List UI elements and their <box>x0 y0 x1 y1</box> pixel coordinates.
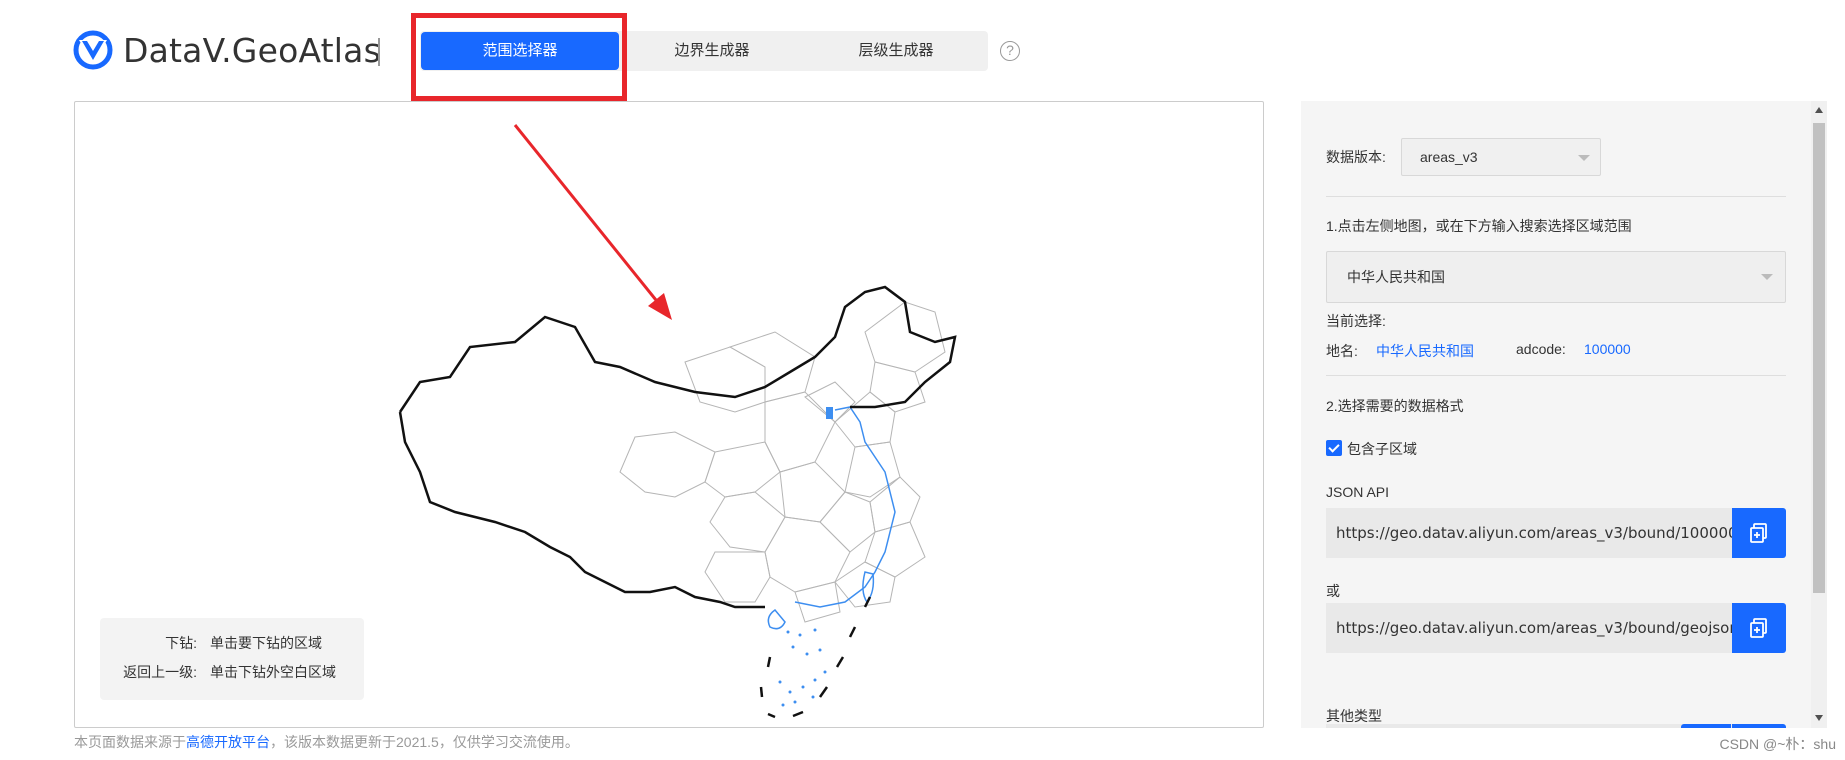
geojson-url-field[interactable]: https://geo.datav.aliyun.com/areas_v3/bo… <box>1326 603 1732 653</box>
province-boundaries <box>619 301 946 623</box>
version-select[interactable]: areas_v3 <box>1401 138 1601 176</box>
nine-dash-line <box>759 596 872 719</box>
step1-label: 1.点击左侧地图，或在下方输入搜索选择区域范围 <box>1326 218 1632 234</box>
adcode-label: adcode: <box>1516 341 1566 357</box>
map-legend: 下钻: 单击要下钻的区域 返回上一级: 单击下钻外空白区域 <box>100 618 364 700</box>
amap-open-platform-link[interactable]: 高德开放平台 <box>186 734 270 750</box>
scroll-up-arrow-icon[interactable] <box>1815 107 1823 113</box>
legend-drill-value: 单击要下钻的区域 <box>210 635 322 651</box>
step2-label: 2.选择需要的数据格式 <box>1326 398 1464 414</box>
datav-logo-icon <box>73 30 113 70</box>
footer-note: 本页面数据来源于高德开放平台，该版本数据更新于2021.5，仅供学习交流使用。 <box>74 732 579 752</box>
csdn-watermark: CSDN @~朴：shu <box>1719 736 1836 752</box>
version-select-value: areas_v3 <box>1420 149 1478 165</box>
chevron-down-icon <box>1761 274 1773 280</box>
json-api-url-field[interactable]: https://geo.datav.aliyun.com/areas_v3/bo… <box>1326 508 1732 558</box>
version-label: 数据版本: <box>1326 149 1386 165</box>
footer-suffix: ，该版本数据更新于2021.5，仅供学习交流使用。 <box>270 734 579 750</box>
hainan-island <box>767 608 786 630</box>
tab-boundary-generator[interactable]: 边界生成器 <box>620 31 804 71</box>
region-select-value: 中华人民共和国 <box>1347 269 1445 285</box>
divider <box>1326 375 1786 376</box>
current-selection-label: 当前选择: <box>1326 313 1386 329</box>
legend-drill-key: 下钻: <box>165 635 197 651</box>
place-name-label: 地名: <box>1326 343 1358 359</box>
other-type-button-1[interactable] <box>1681 724 1731 728</box>
national-border-south <box>398 411 765 609</box>
divider <box>1326 196 1786 197</box>
footer-prefix: 本页面数据来源于 <box>74 734 186 750</box>
legend-back-key: 返回上一级: <box>123 664 197 680</box>
json-api-label: JSON API <box>1326 484 1390 500</box>
side-panel-scrollbar[interactable] <box>1811 101 1827 728</box>
settings-panel: 数据版本: areas_v3 1.点击左侧地图，或在下方输入搜索选择区域范围 中… <box>1301 101 1811 728</box>
logo-text: DataV.GeoAtlas <box>123 30 381 70</box>
legend-back-value: 单击下钻外空白区域 <box>210 664 336 680</box>
other-type-button-2[interactable] <box>1732 724 1786 728</box>
or-label: 或 <box>1326 583 1340 599</box>
chevron-down-icon <box>1578 155 1590 161</box>
help-icon[interactable]: ? <box>1000 41 1020 61</box>
annotation-highlight-box <box>411 13 627 101</box>
copy-icon <box>1750 523 1767 543</box>
place-name-value: 中华人民共和国 <box>1376 343 1474 359</box>
region-search-select[interactable]: 中华人民共和国 <box>1326 251 1786 303</box>
scroll-down-arrow-icon[interactable] <box>1815 715 1823 721</box>
scrollbar-thumb[interactable] <box>1813 123 1825 593</box>
copy-url2-button[interactable] <box>1732 603 1786 653</box>
map-panel[interactable]: 下钻: 单击要下钻的区域 返回上一级: 单击下钻外空白区域 <box>74 101 1264 728</box>
adcode-value: 100000 <box>1584 341 1631 357</box>
other-type-field[interactable] <box>1326 724 1732 728</box>
copy-icon <box>1750 618 1767 638</box>
copy-url1-button[interactable] <box>1732 508 1786 558</box>
include-subregions-checkbox[interactable] <box>1326 440 1342 456</box>
south-sea-islands <box>778 628 827 707</box>
include-subregions-label: 包含子区域 <box>1347 441 1417 457</box>
logo[interactable]: DataV.GeoAtlas <box>73 30 381 70</box>
beijing-selected-region <box>826 407 833 419</box>
tab-level-generator[interactable]: 层级生成器 <box>804 31 988 71</box>
other-types-label: 其他类型 <box>1326 708 1382 724</box>
header-divider <box>378 38 380 66</box>
coastline <box>794 406 896 608</box>
